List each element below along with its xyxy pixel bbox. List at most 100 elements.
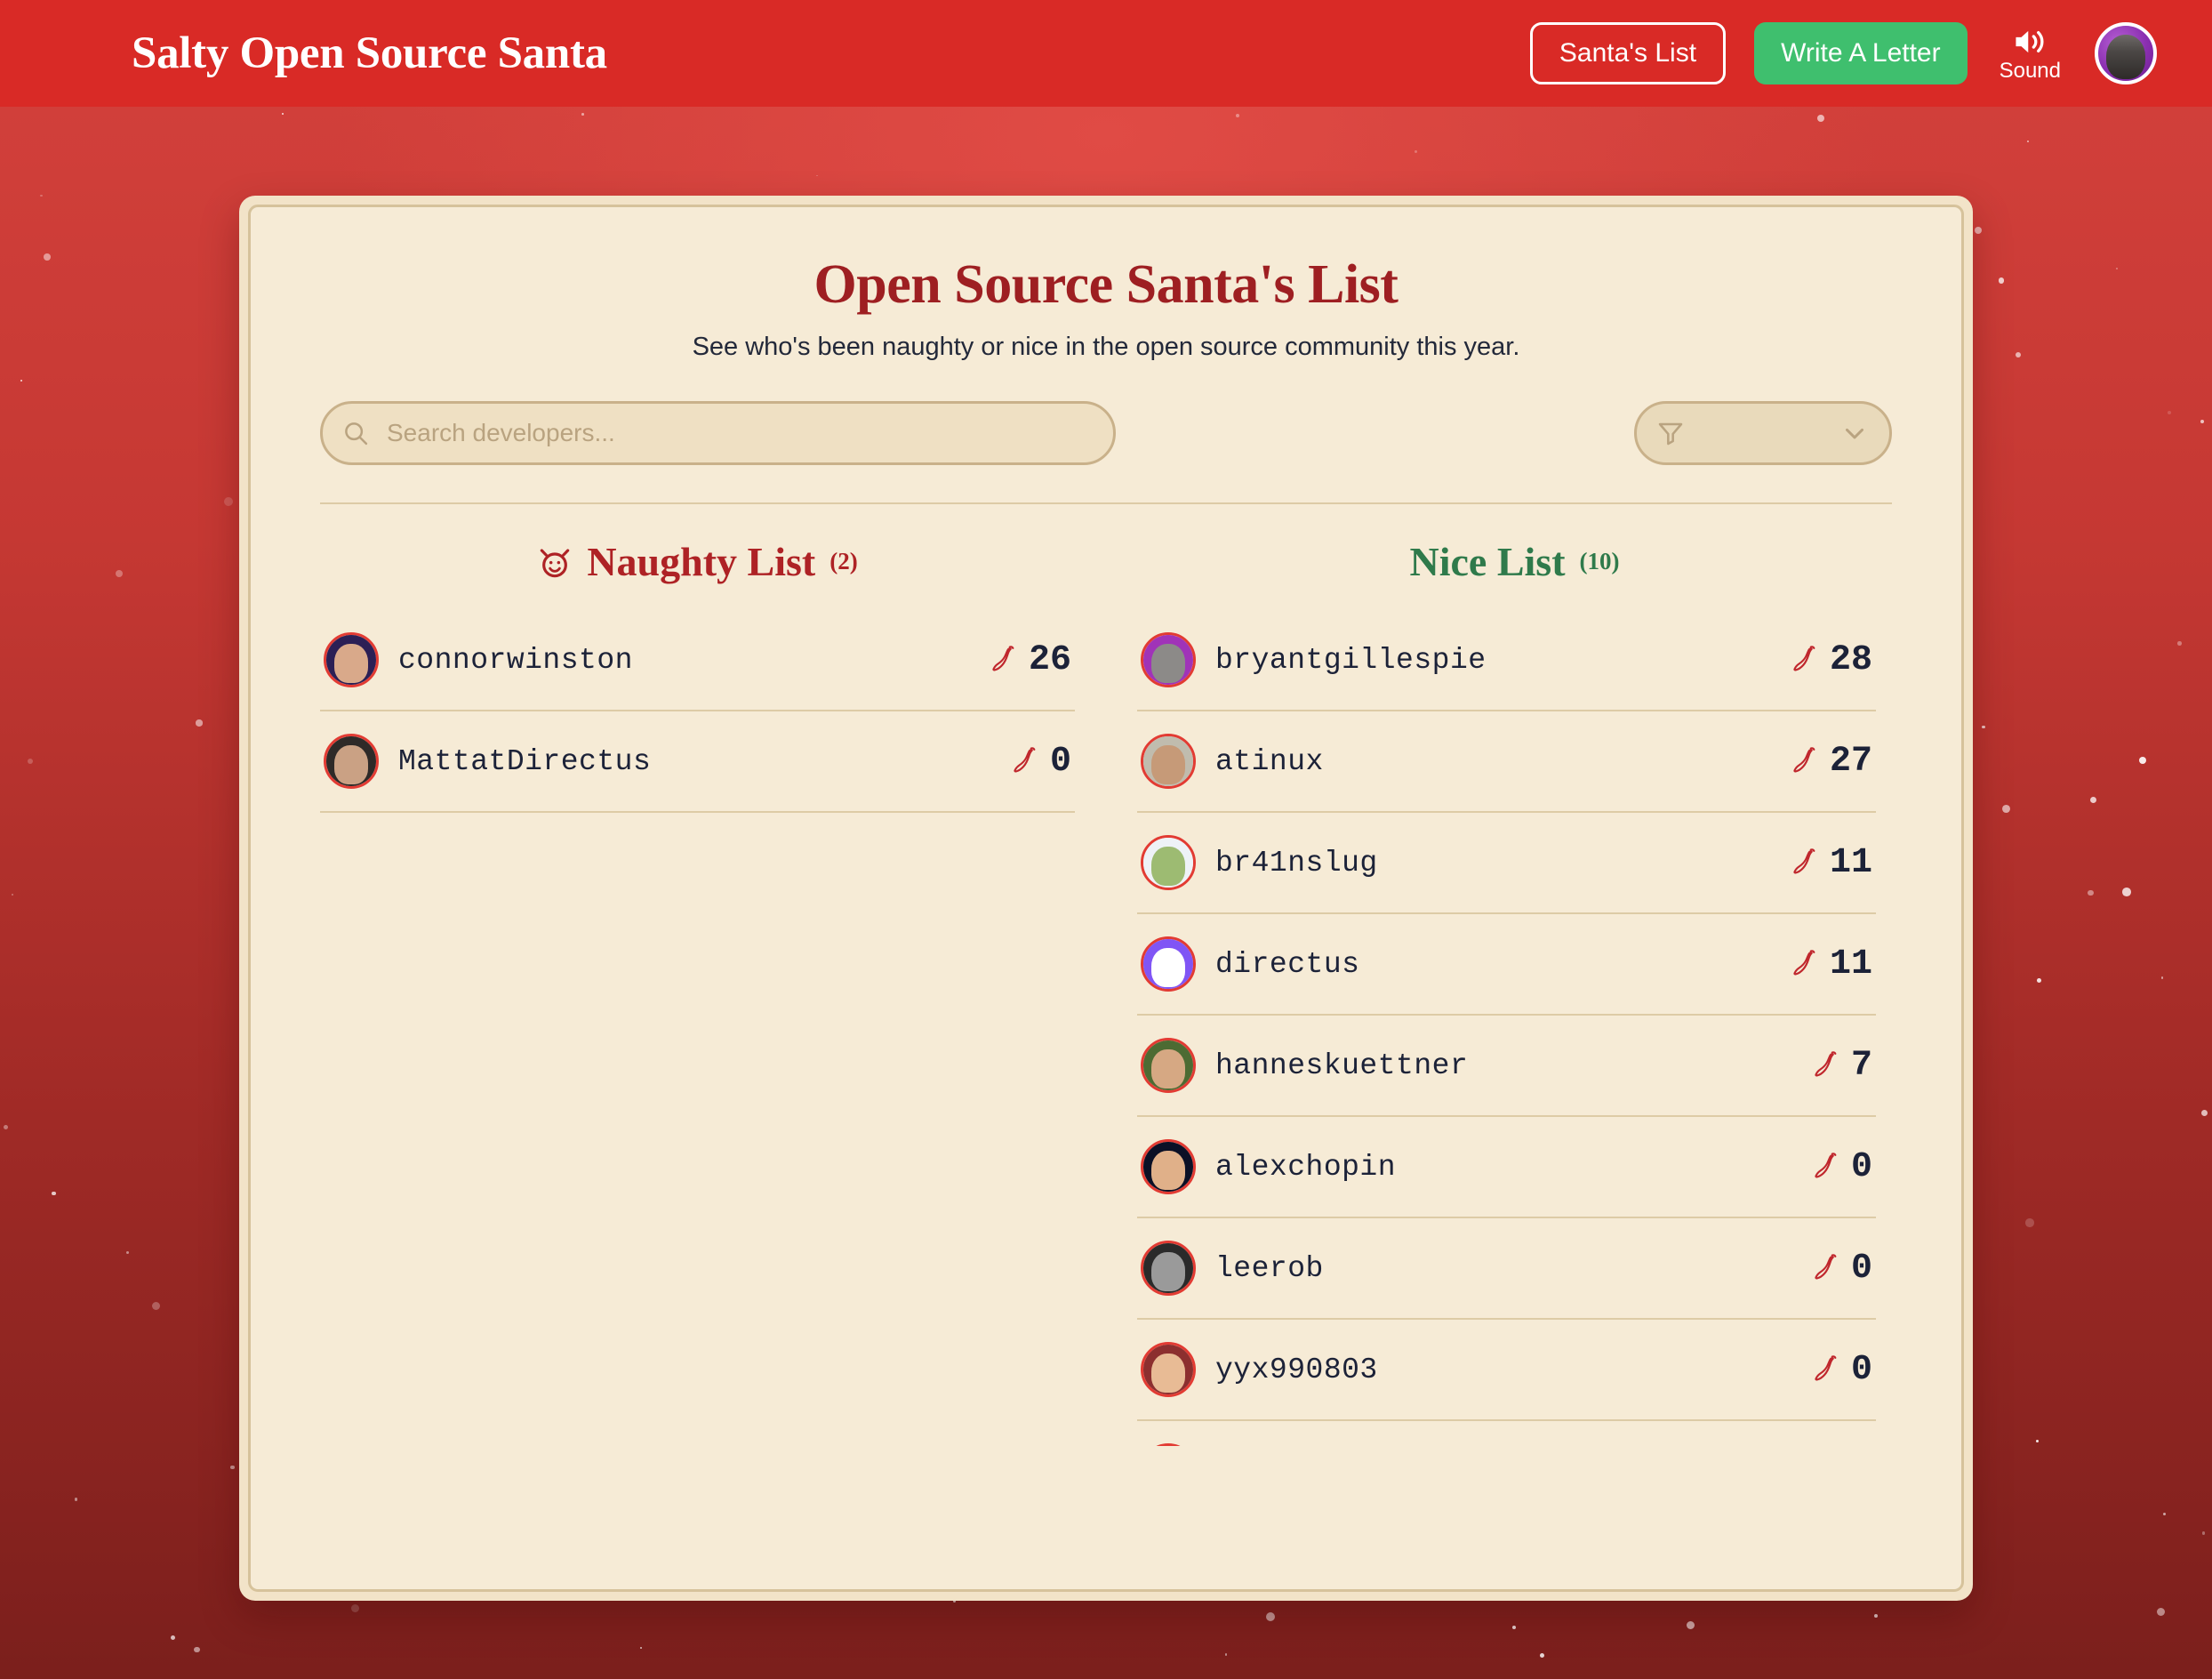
spice-score: 11 — [1792, 843, 1872, 883]
score-value: 0 — [1850, 1349, 1872, 1390]
chili-pepper-icon — [1815, 1254, 1837, 1280]
santas-list-button[interactable]: Santa's List — [1529, 22, 1727, 84]
sound-label: Sound — [1999, 59, 2061, 83]
avatar — [1141, 1342, 1196, 1397]
spice-score: 0 — [1814, 1249, 1872, 1289]
score-value: 0 — [1850, 1146, 1872, 1187]
chili-pepper-icon — [1815, 1153, 1837, 1178]
avatar-face — [334, 745, 368, 785]
score-value: 0 — [1850, 1248, 1872, 1289]
avatar — [1141, 936, 1196, 992]
filter-dropdown[interactable] — [1634, 401, 1892, 465]
naughty-rows: connorwinston 26 MattatDirectus 0 — [320, 610, 1075, 813]
developer-username: alexchopin — [1215, 1150, 1397, 1184]
search-input[interactable] — [320, 401, 1116, 465]
nice-list-count: (10) — [1579, 548, 1620, 574]
list-item[interactable]: hanneskuettner 7 — [1137, 1016, 1876, 1117]
chili-pepper-icon — [1793, 646, 1815, 671]
developer-username: leerob — [1215, 1251, 1324, 1285]
page-subtitle: See who's been naughty or nice in the op… — [692, 333, 1520, 361]
app-brand-title: Salty Open Source Santa — [132, 28, 607, 78]
avatar-face — [1151, 745, 1185, 785]
avatar-face — [2106, 34, 2145, 79]
score-value: 0 — [1049, 741, 1071, 782]
score-value: 7 — [1850, 1045, 1872, 1086]
spice-score: 0 — [1814, 1147, 1872, 1187]
naughty-list-column: Naughty List (2) connorwinston 26 MattatDi… — [320, 538, 1075, 1446]
santa-list-card: Open Source Santa's List See who's been … — [239, 196, 1973, 1601]
avatar — [1141, 1038, 1196, 1093]
spice-score: 26 — [991, 640, 1071, 680]
avatar — [1141, 632, 1196, 687]
controls-divider — [320, 502, 1892, 504]
developer-username: br41nslug — [1215, 846, 1378, 880]
developer-username: bryantgillespie — [1215, 643, 1487, 677]
spice-score: 0 — [1814, 1350, 1872, 1390]
filter-funnel-icon — [1658, 422, 1683, 446]
avatar-face — [1151, 847, 1185, 887]
chevron-down-icon — [1846, 428, 1863, 439]
list-item[interactable]: br41nslug 11 — [1137, 813, 1876, 914]
chili-pepper-icon — [1793, 950, 1815, 976]
header-actions: Santa's List Write A Letter Sound — [1529, 22, 2157, 84]
nice-list-heading: Nice List (10) — [1137, 538, 1892, 585]
list-item[interactable]: leerob 0 — [1137, 1218, 1876, 1320]
nice-list-column: Nice List (10) bryantgillespie 28 atinux 27… — [1137, 538, 1892, 1446]
chili-pepper-icon — [1793, 747, 1815, 773]
list-item[interactable]: bryantgillespie 28 — [1137, 610, 1876, 711]
chili-pepper-icon — [992, 646, 1014, 671]
developer-username: atinux — [1215, 744, 1324, 778]
chili-pepper-icon — [1014, 747, 1036, 773]
avatar-face — [1151, 644, 1185, 684]
avatar-face — [1151, 1049, 1185, 1089]
avatar — [1141, 1443, 1196, 1446]
devil-smiley-icon — [541, 548, 570, 577]
list-item[interactable]: alexchopin 0 — [1137, 1117, 1876, 1218]
card-inner: Open Source Santa's List See who's been … — [248, 205, 1964, 1592]
spice-score: 28 — [1792, 640, 1872, 680]
list-item[interactable]: benhaynes0 — [1137, 1421, 1876, 1446]
avatar-face — [1151, 948, 1185, 988]
chili-pepper-icon — [1815, 1051, 1837, 1077]
search-box — [320, 401, 1116, 465]
list-item[interactable]: yyx990803 0 — [1137, 1320, 1876, 1421]
nice-list-title: Nice List — [1409, 539, 1566, 584]
list-item[interactable]: atinux 27 — [1137, 711, 1876, 813]
avatar — [1141, 1241, 1196, 1296]
controls-bar — [320, 401, 1892, 465]
lists-container: Naughty List (2) connorwinston 26 MattatDi… — [320, 538, 1892, 1446]
search-icon — [345, 422, 368, 446]
list-item[interactable]: connorwinston 26 — [320, 610, 1075, 711]
score-value: 26 — [1028, 639, 1071, 680]
page-title: Open Source Santa's List — [813, 254, 1399, 315]
score-value: 27 — [1829, 741, 1872, 782]
naughty-list-title: Naughty List — [587, 539, 816, 584]
developer-username: MattatDirectus — [398, 744, 652, 778]
avatar — [1141, 734, 1196, 789]
naughty-list-heading: Naughty List (2) — [320, 538, 1075, 585]
sound-toggle[interactable]: Sound — [2000, 25, 2061, 82]
nice-rows[interactable]: bryantgillespie 28 atinux 27 br41nslug 11 dire… — [1137, 610, 1892, 1446]
naughty-list-count: (2) — [830, 548, 858, 574]
user-avatar[interactable] — [2095, 22, 2157, 84]
developer-username: yyx990803 — [1215, 1353, 1378, 1386]
avatar-face — [334, 644, 368, 684]
avatar — [324, 734, 379, 789]
score-value: 11 — [1829, 944, 1872, 984]
app-header: Salty Open Source Santa Santa's List Wri… — [0, 0, 2212, 107]
spice-score: 11 — [1792, 944, 1872, 984]
list-item[interactable]: MattatDirectus 0 — [320, 711, 1075, 813]
score-value: 11 — [1829, 842, 1872, 883]
list-item[interactable]: directus 11 — [1137, 914, 1876, 1016]
spice-score: 27 — [1792, 742, 1872, 782]
avatar-face — [1151, 1151, 1185, 1191]
spice-score: 7 — [1814, 1046, 1872, 1086]
speaker-wave-icon — [2016, 30, 2044, 53]
developer-username: directus — [1215, 947, 1360, 981]
chili-pepper-icon — [1815, 1355, 1837, 1381]
chili-pepper-icon — [1793, 848, 1815, 874]
developer-username: hanneskuettner — [1215, 1048, 1469, 1082]
spice-score: 0 — [1013, 742, 1071, 782]
write-a-letter-button[interactable]: Write A Letter — [1754, 22, 1968, 84]
score-value: 28 — [1829, 639, 1872, 680]
